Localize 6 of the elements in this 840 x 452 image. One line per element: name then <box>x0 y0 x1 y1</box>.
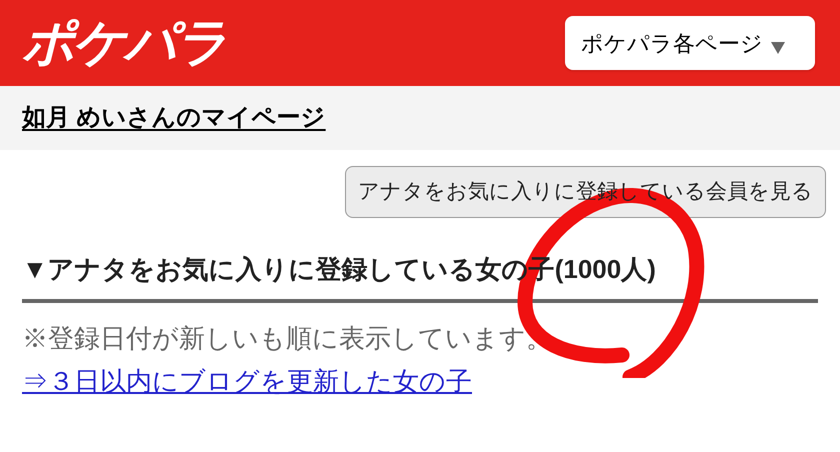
blog-link[interactable]: ⇒３日以内にブログを更新した女の子 <box>22 362 472 401</box>
caret-icon <box>771 40 785 54</box>
logo[interactable]: ポケパラ <box>22 17 226 69</box>
pages-dropdown[interactable]: ポケパラ各ページ <box>565 16 815 70</box>
note-text: ※登録日付が新しいも順に表示しています。 <box>22 322 553 355</box>
page-title: 如月 めいさんのマイページ <box>22 103 326 133</box>
